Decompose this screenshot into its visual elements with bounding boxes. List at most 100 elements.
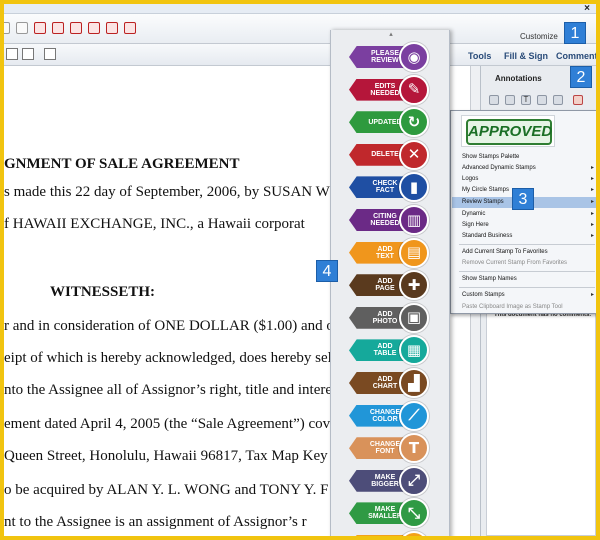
submenu-arrow-icon: ▸ xyxy=(590,292,594,298)
menu-item-label: My Circle Stamps xyxy=(462,187,510,193)
stamp-item[interactable]: ADD CHART ▟ xyxy=(349,368,429,398)
chart-icon: ▟ xyxy=(399,368,429,398)
menu-separator xyxy=(459,271,595,272)
library-icon: ▥ xyxy=(399,205,429,235)
stamp-tool-icon[interactable] xyxy=(573,95,583,105)
menu-item-advanced-dynamic-stamps[interactable]: Advanced Dynamic Stamps ▸ xyxy=(452,163,596,174)
search-icon[interactable] xyxy=(16,22,28,34)
document-heading: WITNESSETH: xyxy=(50,284,156,300)
menu-item-label: Review Stamps xyxy=(462,199,504,205)
tab-fill-sign[interactable]: Fill & Sign xyxy=(504,51,548,61)
submenu-arrow-icon: ▸ xyxy=(590,187,594,193)
menu-item-label: Advanced Dynamic Stamps xyxy=(462,165,536,171)
stamp-item[interactable]: EDITS NEEDED ✎ xyxy=(349,74,429,105)
stamp-dropdown-menu: APPROVED Show Stamps Palette Advanced Dy… xyxy=(450,110,596,314)
callout-badge-1: 1 xyxy=(564,22,586,44)
edit-pdf-icon[interactable] xyxy=(124,22,136,34)
submenu-arrow-icon: ▸ xyxy=(590,176,594,182)
pdf-icon[interactable] xyxy=(106,22,118,34)
table-icon: ▦ xyxy=(399,335,429,366)
stamp-icon[interactable] xyxy=(34,22,46,34)
callout-badge-3: 3 xyxy=(512,188,534,210)
text-pdf-icon[interactable] xyxy=(88,22,100,34)
document-text-line: o be acquired by ALAN Y. L. WONG and TON… xyxy=(4,482,329,498)
menu-separator xyxy=(459,244,595,245)
arrow-up-icon: ↑ xyxy=(399,531,429,536)
menu-item-show-stamp-names[interactable]: Show Stamp Names xyxy=(452,274,596,285)
pdf-icon[interactable] xyxy=(70,22,82,34)
annotation-tools: T xyxy=(481,90,596,110)
menu-item-label: Show Stamps Palette xyxy=(462,154,520,160)
document-text-line: Queen Street, Honolulu, Hawaii 96817, Ta… xyxy=(4,448,350,464)
current-stamp-preview[interactable]: APPROVED xyxy=(461,115,555,147)
menu-item-label: Show Stamp Names xyxy=(462,276,517,282)
stamp-item[interactable]: MAKE BIGGER ⤢ xyxy=(349,465,429,496)
highlight-icon[interactable] xyxy=(505,95,515,105)
book-icon: ▮ xyxy=(399,172,429,203)
menu-item-label: Logos xyxy=(462,176,479,182)
document-text-line: f HAWAII EXCHANGE, INC., a Hawaii corpor… xyxy=(4,216,305,232)
document-text-line: eipt of which is hereby acknowledged, do… xyxy=(4,350,332,366)
menu-item-custom-stamps[interactable]: Custom Stamps ▸ xyxy=(452,290,596,301)
stamp-item[interactable]: CITING NEEDED ▥ xyxy=(349,205,429,235)
stamp-item[interactable]: MOVE UP↑ xyxy=(349,531,429,536)
approved-stamp: APPROVED xyxy=(466,119,552,145)
brush-icon: ⟋ xyxy=(399,400,429,431)
tab-tools[interactable]: Tools xyxy=(468,51,491,61)
menu-item-label: Paste Clipboard Image as Stamp Tool xyxy=(462,304,563,310)
stamp-item[interactable]: ADD TABLE ▦ xyxy=(349,335,429,366)
menu-item-label: Standard Business xyxy=(462,233,513,239)
document-text-line: ement dated April 4, 2005 (the “Sale Agr… xyxy=(4,416,337,432)
menu-item-label: Add Current Stamp To Favorites xyxy=(462,249,548,255)
pencil-icon: ✎ xyxy=(399,74,429,105)
stamp-item[interactable]: CHECK FACT ▮ xyxy=(349,172,429,203)
menu-item-label: Remove Current Stamp From Favorites xyxy=(462,260,568,266)
attach-icon[interactable] xyxy=(537,95,547,105)
stamp-item[interactable]: CHANGE COLOR ⟋ xyxy=(349,400,429,431)
palette-grip-icon[interactable]: ▴ xyxy=(331,30,451,40)
menu-item-show-stamps-palette[interactable]: Show Stamps Palette xyxy=(452,152,596,163)
submenu-arrow-icon: ▸ xyxy=(590,233,594,239)
stamp-item[interactable]: UPDATED ↻ xyxy=(349,107,429,138)
audio-icon[interactable] xyxy=(553,95,563,105)
menu-item-paste-clipboard-image: Paste Clipboard Image as Stamp Tool xyxy=(452,302,596,313)
document-title: GNMENT OF SALE AGREEMENT xyxy=(4,156,240,172)
tool-icon[interactable] xyxy=(4,22,10,34)
refresh-icon: ↻ xyxy=(399,107,429,138)
snapshot-icon[interactable] xyxy=(44,48,56,60)
close-icon[interactable]: × xyxy=(584,4,590,14)
pdf-icon[interactable] xyxy=(52,22,64,34)
sticky-note-icon[interactable] xyxy=(489,95,499,105)
menu-item-label: Sign Here xyxy=(462,222,489,228)
document-icon: ▤ xyxy=(399,237,429,268)
menu-item-sign-here[interactable]: Sign Here ▸ xyxy=(452,220,596,231)
callout-badge-2: 2 xyxy=(570,66,592,88)
menu-separator xyxy=(459,287,595,288)
menu-item-add-to-favorites[interactable]: Add Current Stamp To Favorites xyxy=(452,247,596,258)
page-icon[interactable] xyxy=(6,48,18,60)
menu-item-logos[interactable]: Logos ▸ xyxy=(452,174,596,185)
document-text-line: r and in consideration of ONE DOLLAR ($1… xyxy=(4,318,339,334)
customize-menu[interactable]: Customize xyxy=(520,32,558,41)
fit-page-icon[interactable] xyxy=(22,48,34,60)
acrobat-window: × Customize Tools Fill & Sign Comment GN… xyxy=(4,4,596,536)
font-icon: T xyxy=(399,433,429,464)
tab-comment[interactable]: Comment xyxy=(556,51,596,61)
stamp-item[interactable]: MAKE SMALLER ⤡ xyxy=(349,498,429,529)
text-icon[interactable]: T xyxy=(521,95,531,105)
eye-icon: ◉ xyxy=(399,42,429,72)
stamp-item[interactable]: PLEASE REVIEW ◉ xyxy=(349,42,429,72)
stamps-palette: ▴ PLEASE REVIEW ◉ EDITS NEEDED ✎ UPDATED ↻ DEL… xyxy=(330,30,450,536)
stamp-item[interactable]: CHANGE FONT T xyxy=(349,433,429,464)
x-icon: ✕ xyxy=(399,139,429,170)
stamp-item[interactable]: ADD PAGE ✚ xyxy=(349,270,429,301)
comments-list xyxy=(486,304,596,536)
submenu-arrow-icon: ▸ xyxy=(590,165,594,171)
submenu-arrow-icon: ▸ xyxy=(590,199,594,205)
stamp-item[interactable]: ADD PHOTO ▣ xyxy=(349,302,429,333)
stamp-item[interactable]: DELETE ✕ xyxy=(349,139,429,170)
title-bar: × xyxy=(4,4,596,14)
menu-item-standard-business[interactable]: Standard Business ▸ xyxy=(452,231,596,242)
photo-icon: ▣ xyxy=(399,302,429,333)
stamp-item[interactable]: ADD TEXT ▤ xyxy=(349,237,429,268)
